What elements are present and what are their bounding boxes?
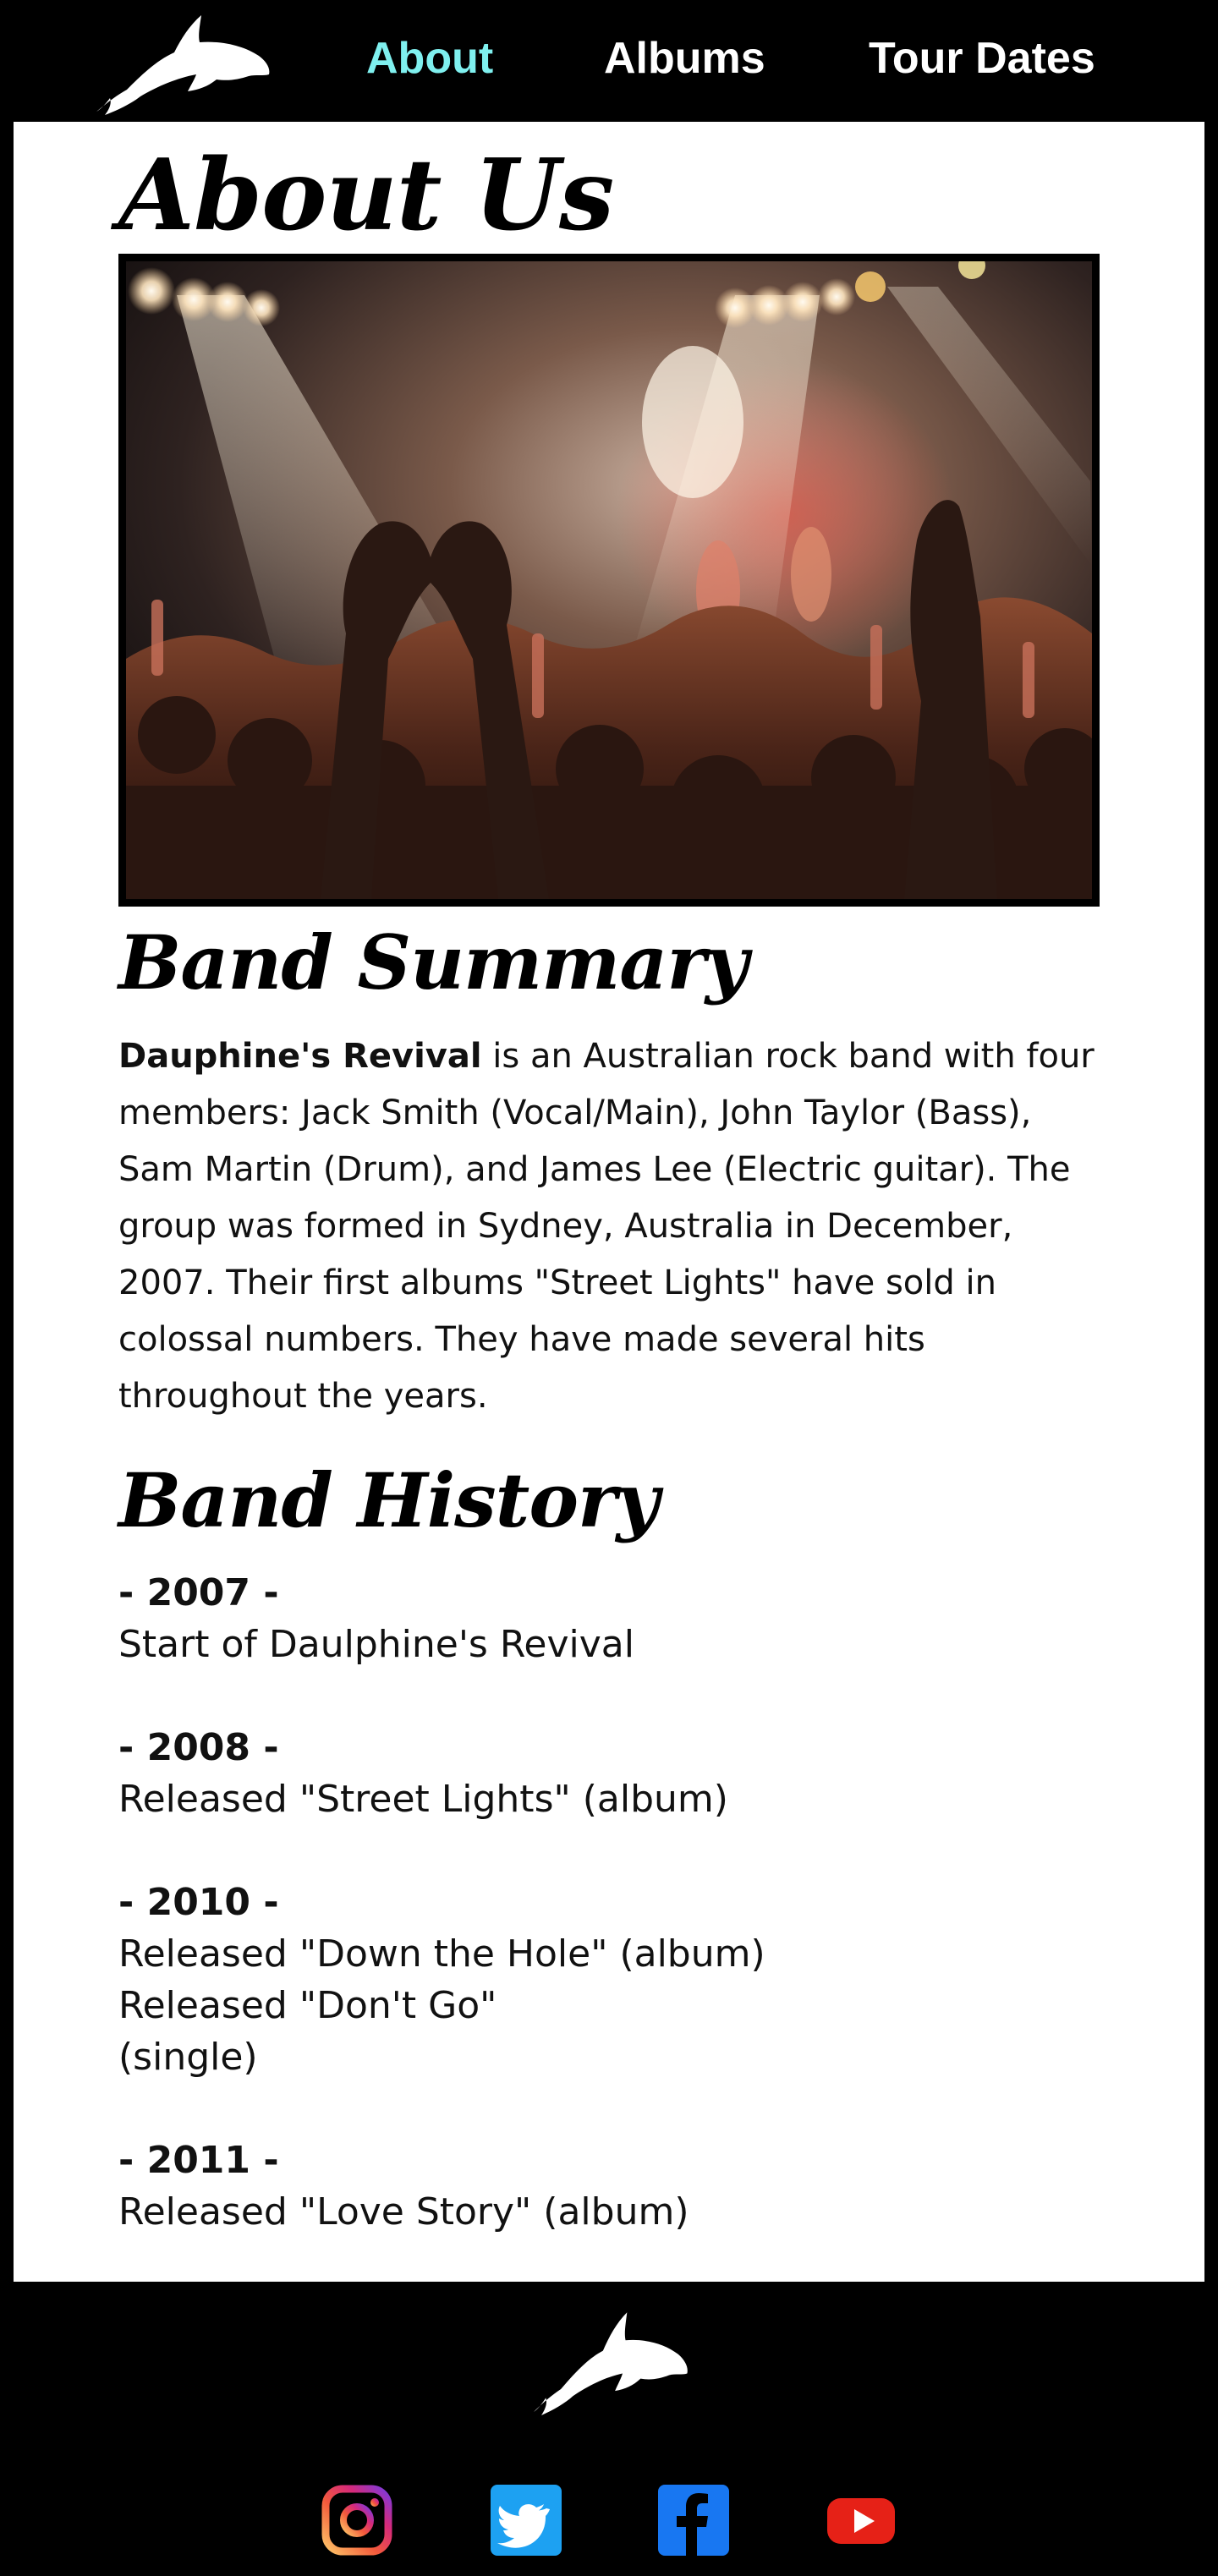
band-summary-text: Dauphine's Revival is an Australian rock…: [118, 1028, 1113, 1425]
timeline-entry: - 2011 - Released "Love Story" (album): [118, 2135, 689, 2238]
main-panel: About Us Band Summary Dauphine's Revival…: [14, 122, 1204, 2282]
timeline-year: - 2008 -: [118, 1726, 279, 1769]
timeline-entry: - 2007 - Start of Daulphine's Revival: [118, 1568, 634, 1670]
youtube-icon[interactable]: [826, 2485, 897, 2556]
timeline-event: Released "Street Lights" (album): [118, 1778, 728, 1821]
band-history-heading: Band History: [118, 1456, 660, 1544]
site-footer: [0, 2282, 1218, 2576]
timeline-event: Released "Don't Go": [118, 1984, 497, 2027]
timeline-event: Released "Down the Hole" (album): [118, 1932, 765, 1976]
timeline-event: (single): [118, 2036, 258, 2079]
timeline-entry: - 2010 - Released "Down the Hole" (album…: [118, 1877, 765, 2083]
twitter-icon[interactable]: [491, 2485, 562, 2556]
nav-albums-link[interactable]: Albums: [604, 29, 765, 88]
instagram-icon[interactable]: [321, 2485, 392, 2556]
timeline-entry: - 2008 - Released "Street Lights" (album…: [118, 1723, 728, 1825]
dolphin-logo-icon[interactable]: [90, 8, 272, 115]
nav-tour-dates-link[interactable]: Tour Dates: [869, 29, 1095, 88]
dolphin-logo-icon[interactable]: [528, 2305, 690, 2415]
facebook-icon[interactable]: [658, 2485, 729, 2556]
page-title: About Us: [118, 138, 614, 253]
timeline-event: Start of Daulphine's Revival: [118, 1623, 634, 1666]
timeline-year: - 2011 -: [118, 2139, 279, 2182]
band-summary-heading: Band Summary: [118, 918, 749, 1006]
band-summary-body: is an Australian rock band with four mem…: [118, 1037, 1095, 1416]
band-name: Dauphine's Revival: [118, 1037, 482, 1076]
timeline-year: - 2007 -: [118, 1571, 279, 1614]
concert-crowd-image: [118, 254, 1100, 907]
site-header: About Albums Tour Dates: [0, 0, 1218, 122]
timeline-year: - 2010 -: [118, 1881, 279, 1924]
timeline-event: Released "Love Story" (album): [118, 2190, 689, 2233]
nav-about-link[interactable]: About: [366, 29, 493, 88]
